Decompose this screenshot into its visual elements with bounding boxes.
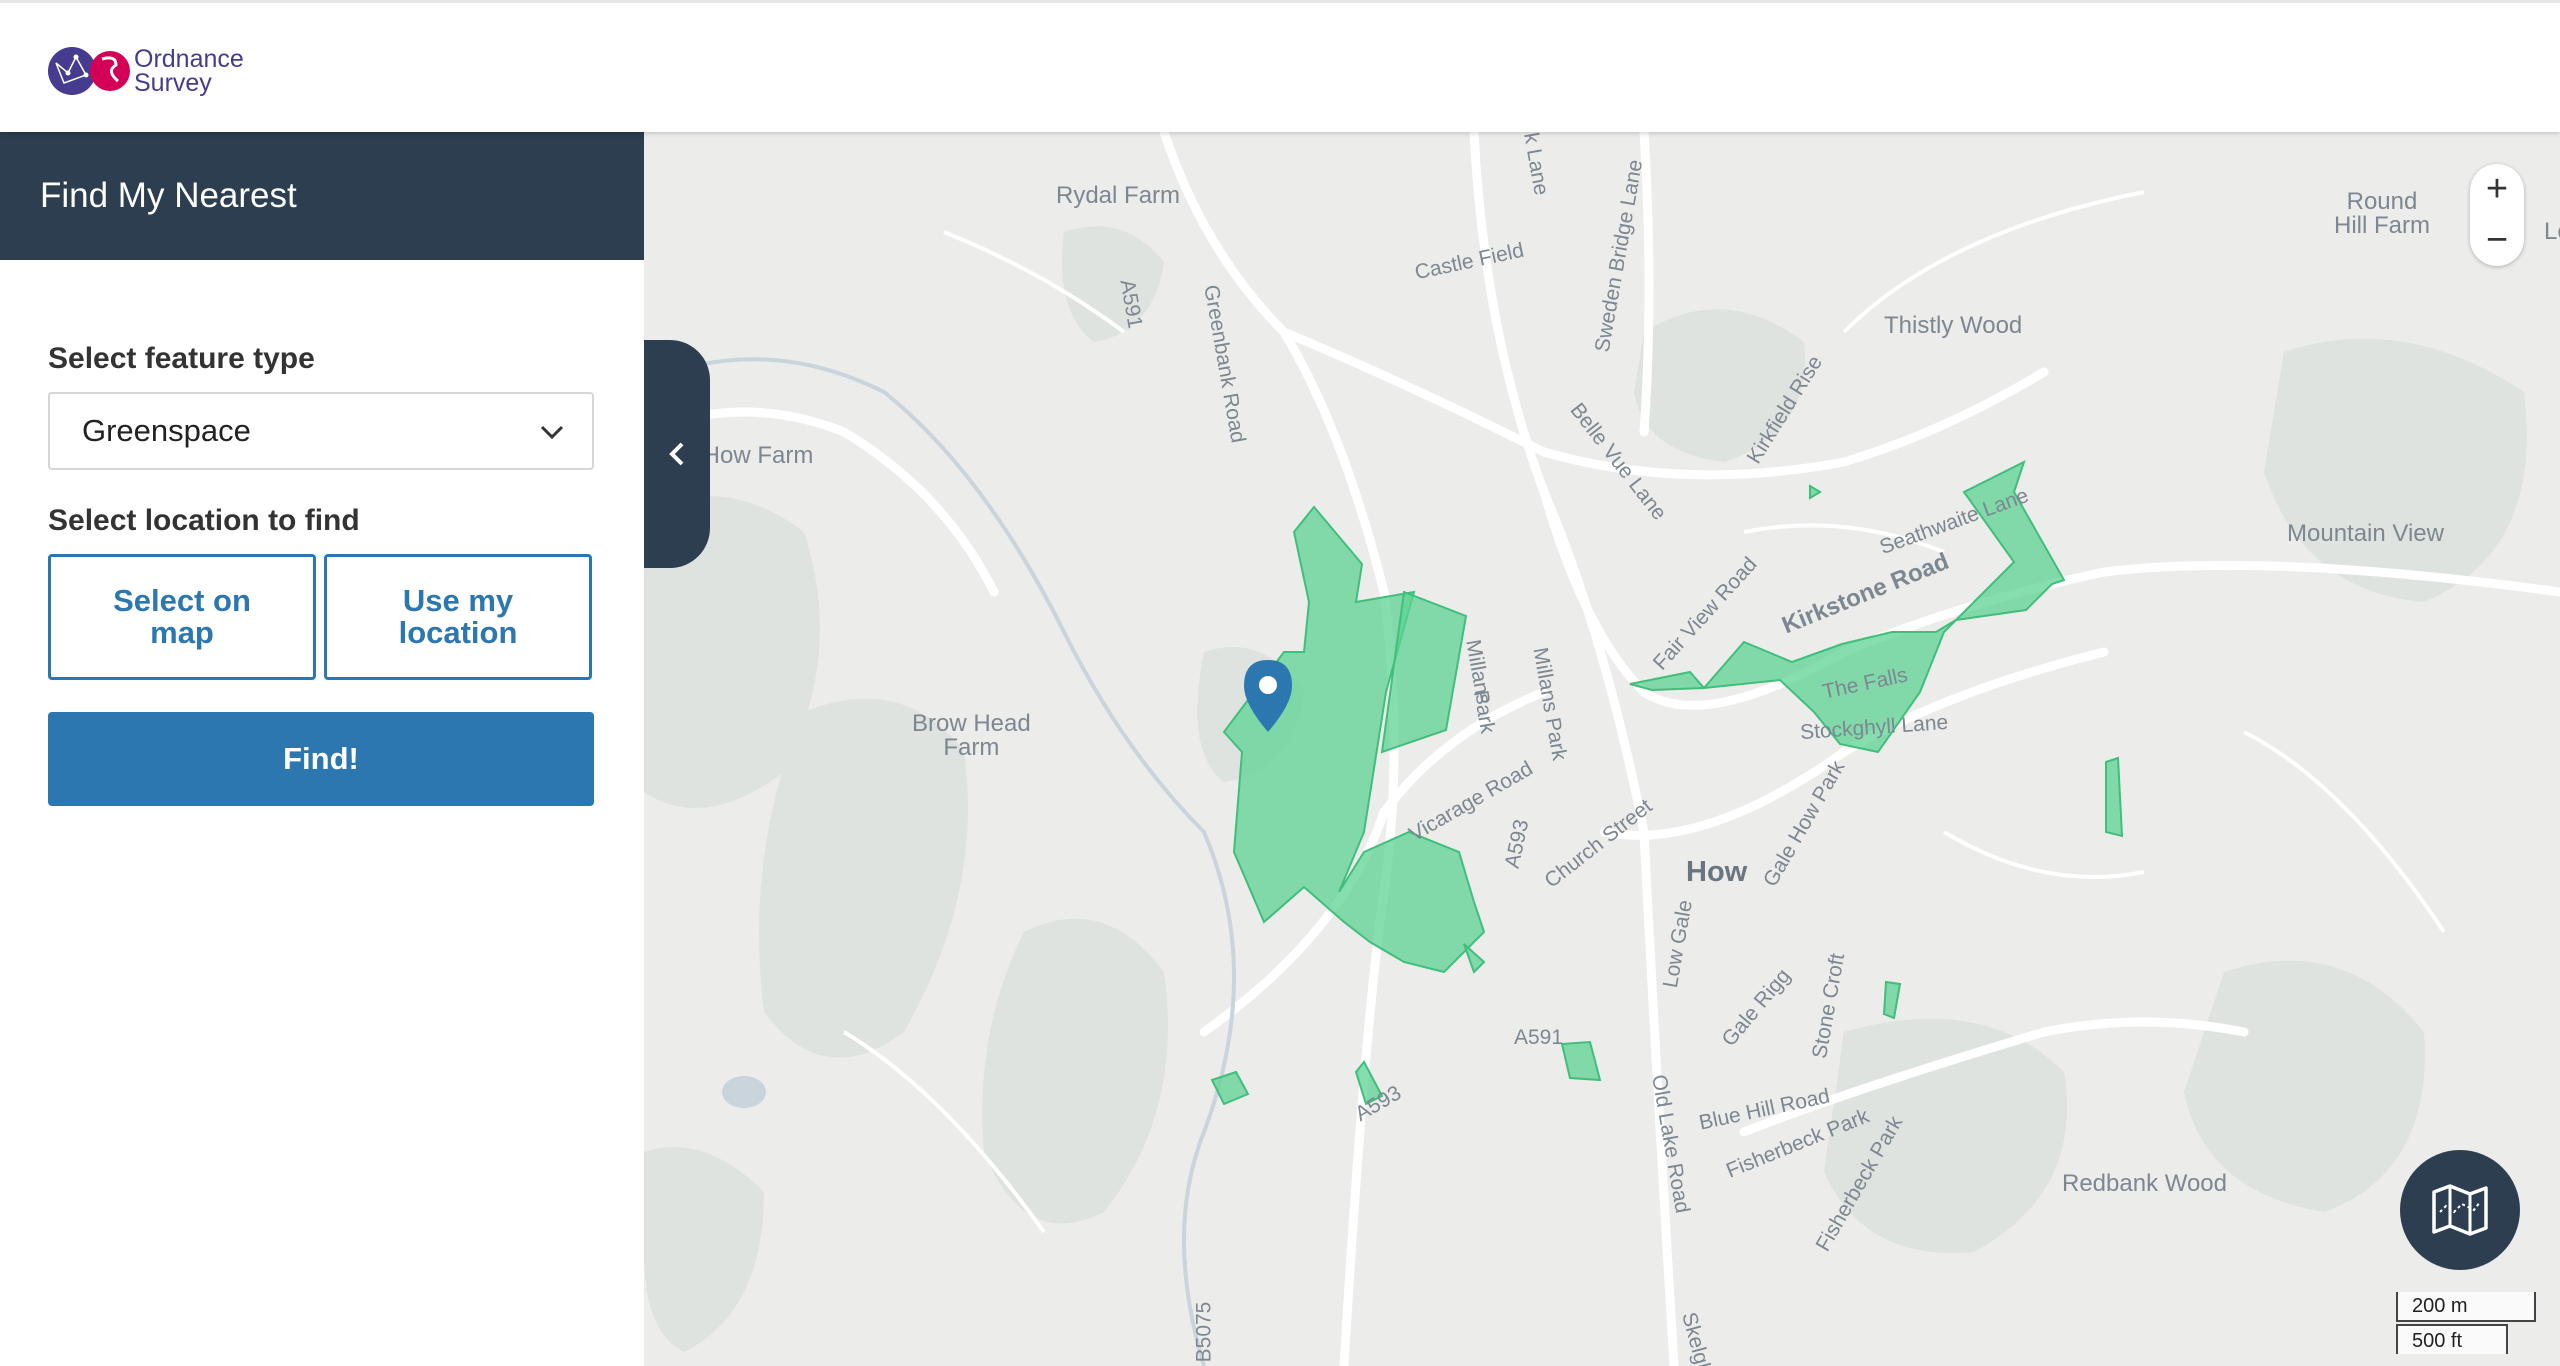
zoom-out-button[interactable]: − (2470, 215, 2524, 266)
feature-type-label: Select feature type (48, 342, 315, 375)
logo-line-1: Ordnance (134, 45, 244, 73)
location-label: Select location to find (48, 504, 360, 537)
label-redbank-wood: Redbank Wood (2062, 1170, 2227, 1197)
label-thistly-wood: Thistly Wood (1884, 312, 2023, 339)
select-on-map-button[interactable]: Select on map (48, 554, 316, 680)
chevron-left-icon (669, 442, 684, 466)
zoom-in-button[interactable]: + (2470, 164, 2524, 215)
label-rydal-farm: Rydal Farm (1056, 182, 1181, 209)
use-my-location-label: Use my location (398, 583, 518, 650)
find-button[interactable]: Find! (48, 712, 594, 806)
label-round-hill-farm-2: Hill Farm (2334, 212, 2430, 239)
chevron-down-icon (540, 425, 564, 440)
map-view[interactable]: Rydal Farm Castle Field A591 Greenbank R… (644, 132, 2560, 1366)
scale-bar-metric: 200 m (2396, 1292, 2536, 1322)
scale-bar-imperial: 500 ft (2396, 1324, 2508, 1354)
logo-text: Ordnance Survey (134, 45, 244, 97)
sidebar-panel: Find My Nearest Select feature type Gree… (0, 132, 644, 1366)
sidebar-title: Find My Nearest (0, 132, 644, 260)
basemap-switcher-button[interactable] (2400, 1150, 2520, 1270)
label-brow-head-farm: Brow Head Farm (912, 712, 1031, 760)
feature-type-value: Greenspace (82, 413, 251, 448)
label-b5075: B5075 (1192, 1301, 1216, 1363)
top-bar: Ordnance Survey (0, 0, 2560, 132)
select-on-map-label: Select on map (113, 583, 251, 650)
zoom-control: + − (2470, 164, 2524, 266)
label-how: How (1686, 856, 1748, 888)
label-round-hill-farm-1: Round (2346, 188, 2418, 215)
label-a591-bottom: A591 (1514, 1026, 1564, 1049)
map-icon (2432, 1184, 2488, 1236)
use-my-location-button[interactable]: Use my location (324, 554, 592, 680)
label-round-hill-farm: Round Hill Farm (2334, 190, 2430, 238)
label-edge: Le (2544, 218, 2560, 245)
feature-type-select[interactable]: Greenspace (48, 392, 594, 470)
label-brow-head-farm-2: Farm (943, 734, 1000, 761)
collapse-sidebar-button[interactable] (644, 340, 710, 568)
label-brow-head-farm-1: Brow Head (912, 710, 1031, 737)
logo-line-2: Survey (134, 69, 212, 97)
label-mountain-view: Mountain View (2287, 520, 2444, 547)
